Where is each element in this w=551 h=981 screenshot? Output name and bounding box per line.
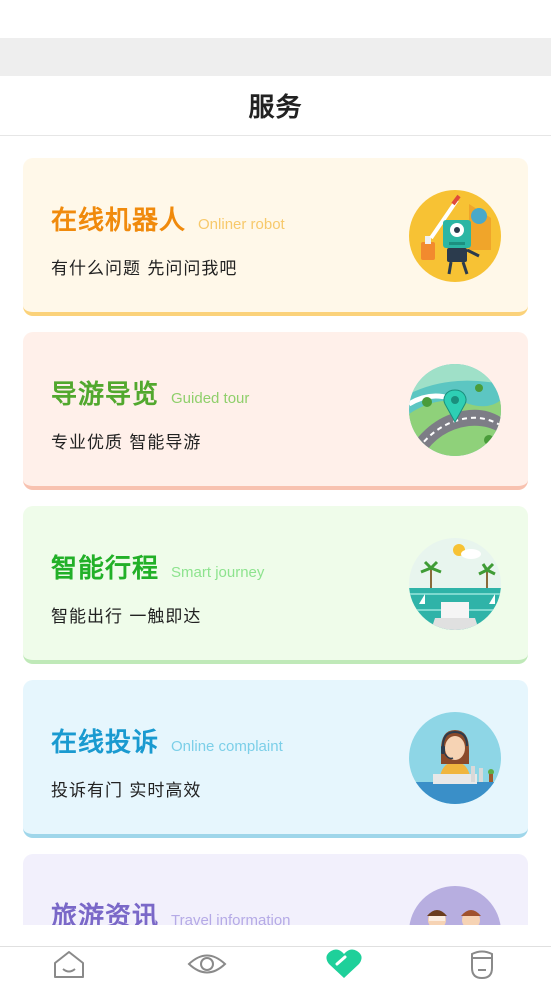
- robot-icon: [409, 190, 501, 282]
- card-description: 专业优质 智能导游: [51, 433, 202, 453]
- header: 服务: [0, 76, 551, 136]
- card-title: 在线机器人: [51, 206, 187, 236]
- card-travel-information[interactable]: 旅游资讯 Travel information: [23, 854, 528, 925]
- tab-explore[interactable]: [177, 947, 237, 981]
- card-description: 投诉有门 实时高效: [51, 781, 202, 801]
- card-description: 智能出行 一触即达: [51, 607, 202, 627]
- heart-icon: [326, 949, 362, 978]
- card-online-robot[interactable]: 在线机器人 Onliner robot 有什么问题 先问问我吧: [23, 158, 528, 316]
- travel-news-icon: [409, 886, 501, 925]
- card-subtitle: Guided tour: [171, 390, 250, 407]
- tab-home[interactable]: [39, 947, 99, 981]
- journey-island-icon: [409, 538, 501, 630]
- card-guided-tour[interactable]: 导游导览 Guided tour 专业优质 智能导游: [23, 332, 528, 490]
- status-bar: [0, 0, 551, 38]
- card-smart-journey[interactable]: 智能行程 Smart journey 智能出行 一触即达: [23, 506, 528, 664]
- card-title: 旅游资讯: [51, 902, 160, 925]
- service-list[interactable]: 在线机器人 Onliner robot 有什么问题 先问问我吧 导游导览 Gui…: [0, 136, 551, 925]
- map-road-icon: [409, 364, 501, 456]
- bottom-tab-bar: [0, 946, 551, 981]
- card-online-complaint[interactable]: 在线投诉 Online complaint 投诉有门 实时高效: [23, 680, 528, 838]
- top-band: [0, 38, 551, 76]
- card-subtitle: Onliner robot: [198, 216, 285, 233]
- profile-icon: [471, 950, 494, 980]
- customer-service-icon: [409, 712, 501, 804]
- card-title: 智能行程: [51, 554, 160, 584]
- tab-profile[interactable]: [452, 947, 512, 981]
- eye-icon: [187, 954, 227, 974]
- card-description: 有什么问题 先问问我吧: [51, 259, 238, 279]
- card-subtitle: Online complaint: [171, 738, 283, 755]
- card-subtitle: Travel information: [171, 912, 291, 925]
- card-title: 导游导览: [51, 380, 160, 410]
- card-title: 在线投诉: [51, 728, 160, 758]
- card-subtitle: Smart journey: [171, 564, 265, 581]
- home-icon: [53, 951, 84, 978]
- tab-service[interactable]: [314, 947, 374, 981]
- page-title: 服务: [248, 93, 303, 123]
